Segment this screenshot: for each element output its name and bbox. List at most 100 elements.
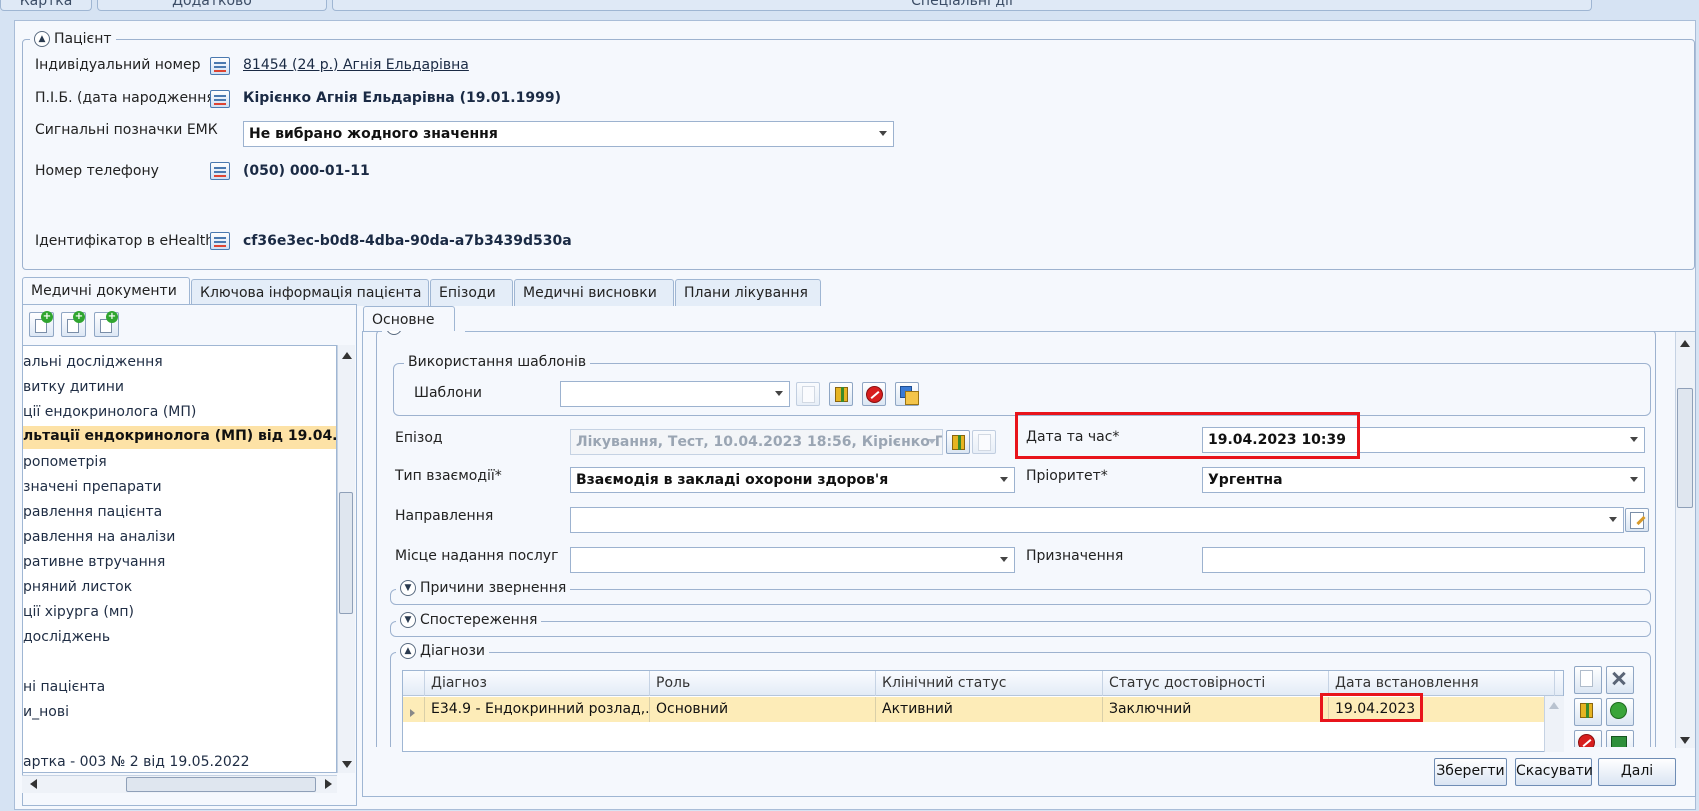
list-item[interactable]: досліджень	[23, 627, 336, 650]
diagnoses-section-header[interactable]: ▲ Діагнози	[396, 643, 490, 659]
tools-button[interactable]	[1606, 666, 1634, 694]
individual-number-label: Індивідуальний номер	[35, 57, 201, 73]
cell-role[interactable]: Основний	[650, 697, 876, 722]
list-item[interactable]: альні дослідження	[23, 352, 336, 375]
column-date-established[interactable]: Дата встановлення	[1329, 671, 1555, 696]
scroll-up-arrow-icon[interactable]	[1680, 340, 1690, 347]
column-diagnosis[interactable]: Діагноз	[425, 671, 650, 696]
full-name-value: Кірієнко Агнія Ельдарівна (19.01.1999)	[243, 90, 561, 106]
list-item[interactable]: равлення на аналізи	[23, 527, 336, 550]
refresh-diagnosis-button[interactable]	[1606, 698, 1634, 726]
observations-section-header[interactable]: ▼ Спостереження	[396, 612, 542, 628]
priority-dropdown[interactable]: Ургентна	[1202, 467, 1645, 493]
add-diagnosis-button[interactable]	[1574, 666, 1602, 694]
place-dropdown[interactable]	[570, 547, 1015, 573]
table-row[interactable]: E34.9 - Ендокринний розлад,... Основний …	[403, 697, 1563, 722]
grid-header-cell[interactable]	[403, 671, 425, 696]
chevron-up-icon[interactable]: ▲	[386, 331, 402, 335]
list-item[interactable]: ропометрія	[23, 452, 336, 475]
apply-template-button[interactable]	[796, 382, 820, 406]
tab-key-patient-info[interactable]: Ключова інформація пацієнта	[191, 279, 429, 306]
datetime-label: Дата та час*	[1026, 429, 1120, 445]
tab-episodes[interactable]: Епізоди	[430, 279, 513, 306]
top-tab-card[interactable]: Картка	[0, 0, 92, 11]
next-button[interactable]: Далі	[1598, 758, 1676, 786]
list-item[interactable]: ні пацієнта	[23, 677, 336, 700]
patient-card-icon[interactable]	[210, 90, 230, 108]
cell-date-established[interactable]: 19.04.2023	[1329, 697, 1555, 722]
tab-medical-documents[interactable]: Медичні документи	[22, 277, 190, 306]
list-item[interactable]: равлення пацієнта	[23, 502, 336, 525]
list-item[interactable]: рняний листок	[23, 577, 336, 600]
cell-verification-status[interactable]: Заключний	[1103, 697, 1329, 722]
episode-document-button[interactable]	[972, 430, 996, 454]
individual-number-link[interactable]: 81454 (24 р.) Агнія Ельдарівна	[243, 57, 469, 73]
chevron-down-icon[interactable]: ▼	[400, 580, 416, 596]
column-clinical-status[interactable]: Клінічний статус	[876, 671, 1103, 696]
scroll-left-arrow-icon[interactable]	[30, 779, 37, 789]
list-item[interactable]: витку дитини	[23, 377, 336, 400]
chevron-down-icon[interactable]: ▼	[400, 612, 416, 628]
save-button[interactable]: Зберегти	[1434, 758, 1507, 786]
patient-card-icon[interactable]	[210, 57, 230, 75]
list-item[interactable]: артка - 003 № 2 від 19.05.2022	[23, 752, 336, 772]
editor-scroll-thumb[interactable]	[1677, 388, 1693, 508]
scroll-right-arrow-icon[interactable]	[325, 779, 332, 789]
scroll-up-arrow-icon[interactable]	[1549, 702, 1559, 709]
cell-clinical-status[interactable]: Активний	[876, 697, 1103, 722]
copy-template-button[interactable]	[895, 382, 919, 406]
chevron-up-icon[interactable]: ▲	[400, 643, 416, 659]
episode-book-button[interactable]	[946, 430, 970, 454]
interaction-type-value: Взаємодія в закладі охорони здоров'я	[576, 472, 889, 488]
list-item[interactable]: ції хірурга (мп)	[23, 602, 336, 625]
list-item[interactable]: значені препарати	[23, 477, 336, 500]
add-record-button[interactable]: +	[94, 311, 119, 337]
clear-template-button[interactable]	[862, 382, 886, 406]
export-diagnosis-button[interactable]	[1606, 730, 1634, 747]
list-item[interactable]	[23, 727, 336, 750]
patient-card-icon[interactable]	[210, 232, 230, 250]
top-tab-additional[interactable]: Додатково	[97, 0, 327, 11]
list-item[interactable]: ції ендокринолога (МП)	[23, 402, 336, 425]
cancel-button[interactable]: Скасувати	[1515, 758, 1593, 786]
templates-dropdown[interactable]	[560, 381, 790, 407]
add-from-template-button[interactable]: +	[61, 311, 86, 337]
list-item[interactable]	[23, 652, 336, 675]
ehealth-section-header[interactable]: ▲ eHealth	[382, 331, 465, 335]
scroll-down-arrow-icon[interactable]	[1680, 737, 1690, 744]
reasons-section-header[interactable]: ▼ Причини звернення	[396, 580, 571, 596]
signal-marks-dropdown[interactable]: Не вибрано жодного значення	[243, 121, 894, 147]
list-item-selected[interactable]: льтації ендокринолога (МП) від 19.04.202…	[23, 426, 336, 449]
row-pointer-icon	[410, 709, 415, 717]
referral-dropdown[interactable]	[570, 507, 1624, 533]
column-role[interactable]: Роль	[650, 671, 876, 696]
chevron-up-icon[interactable]: ▲	[34, 31, 50, 47]
delete-diagnosis-button[interactable]	[1574, 730, 1602, 747]
tab-main[interactable]: Основне	[363, 306, 455, 332]
list-scroll-thumb[interactable]	[339, 492, 353, 614]
wrench-icon	[1612, 671, 1626, 686]
datetime-picker[interactable]: 19.04.2023 10:39	[1202, 427, 1645, 453]
patient-card-icon[interactable]	[210, 162, 230, 180]
top-tab-special-actions[interactable]: Спеціальні дії	[332, 0, 1592, 11]
list-item[interactable]: и_нові	[23, 702, 336, 725]
episode-dropdown[interactable]: Лікування, Тест, 10.04.2023 18:56, Кіріє…	[570, 429, 943, 455]
episode-label: Епізод	[395, 430, 443, 446]
tab-treatment-plans[interactable]: Плани лікування	[675, 279, 821, 306]
reasons-section	[390, 589, 1651, 605]
tab-medical-conclusions[interactable]: Медичні висновки	[514, 279, 674, 306]
list-item[interactable]: ративне втручання	[23, 552, 336, 575]
row-indicator[interactable]	[403, 697, 425, 722]
scroll-up-arrow-icon[interactable]	[342, 352, 352, 359]
patient-group-header[interactable]: ▲ Пацієнт	[30, 31, 116, 47]
column-verification-status[interactable]: Статус достовірності	[1103, 671, 1329, 696]
list-h-scroll-thumb[interactable]	[126, 777, 316, 792]
cell-diagnosis[interactable]: E34.9 - Ендокринний розлад,...	[425, 697, 650, 722]
assignment-field[interactable]	[1202, 547, 1645, 573]
scroll-down-arrow-icon[interactable]	[342, 761, 352, 768]
templates-book-button[interactable]	[829, 382, 853, 406]
referral-edit-button[interactable]	[1625, 508, 1649, 532]
add-document-button[interactable]: +	[29, 311, 54, 337]
diagnosis-book-button[interactable]	[1574, 698, 1602, 726]
interaction-type-dropdown[interactable]: Взаємодія в закладі охорони здоров'я	[570, 467, 1015, 493]
